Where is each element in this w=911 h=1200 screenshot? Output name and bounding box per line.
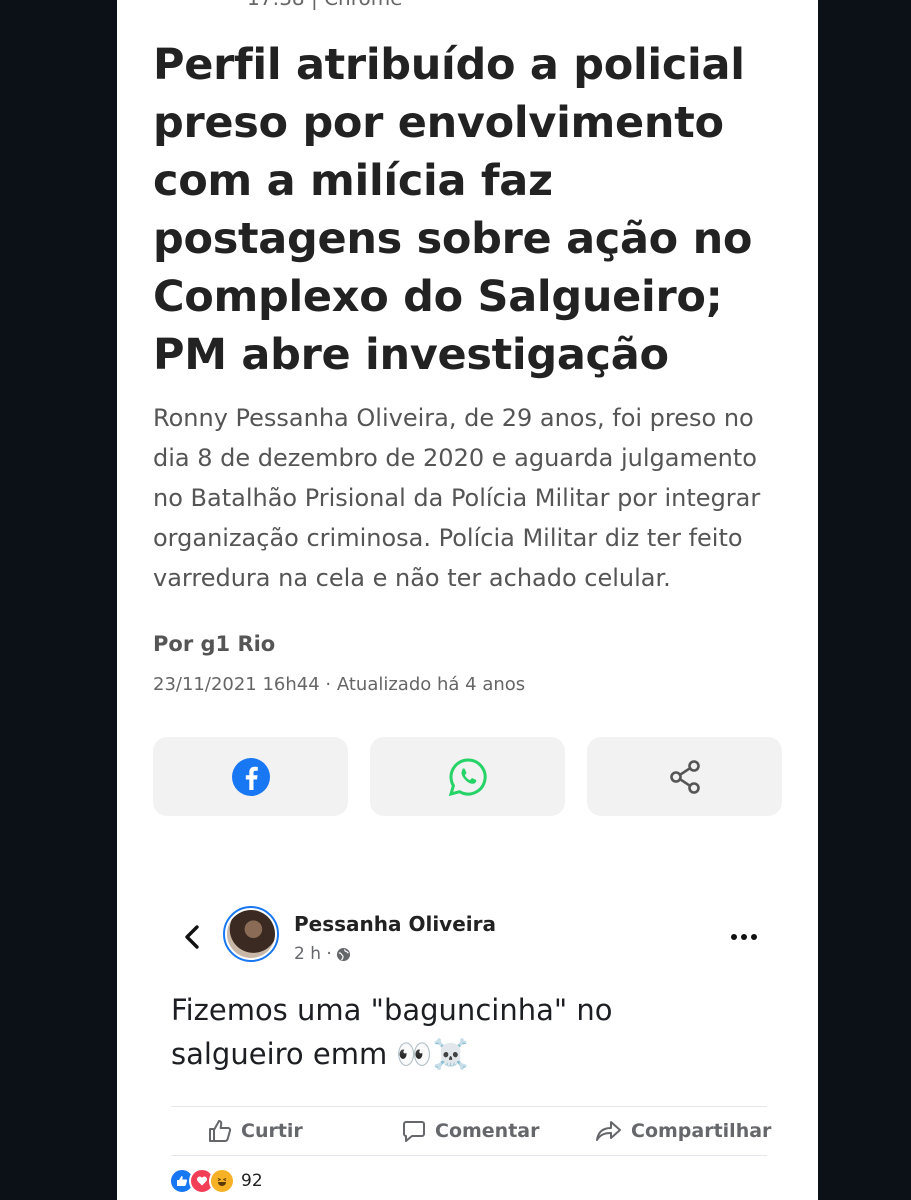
haha-reaction-icon — [209, 1168, 235, 1194]
comment-label: Comentar — [435, 1120, 540, 1142]
article-byline: Por g1 Rio — [153, 632, 276, 656]
article-dateline: 23/11/2021 16h44 · Atualizado há 4 anos — [153, 674, 526, 695]
post-actions: Curtir Comentar Compartilhar — [171, 1106, 771, 1156]
right-black-bar — [818, 0, 911, 1200]
comment-button[interactable]: Comentar — [401, 1107, 539, 1155]
left-black-bar — [0, 0, 117, 1200]
article-headline: Perfil atribuído a policial preso por en… — [153, 40, 753, 380]
like-label: Curtir — [241, 1120, 303, 1142]
globe-icon — [336, 947, 350, 961]
thumbs-up-icon — [209, 1120, 232, 1142]
like-button[interactable]: Curtir — [207, 1107, 303, 1155]
generic-share-button[interactable] — [587, 737, 782, 816]
share-icon — [669, 759, 700, 794]
share-post-button[interactable]: Compartilhar — [595, 1107, 771, 1155]
whatsapp-icon — [448, 757, 487, 796]
more-options-icon[interactable] — [729, 932, 759, 942]
facebook-share-button[interactable] — [153, 737, 348, 816]
share-label: Compartilhar — [631, 1120, 772, 1142]
avatar[interactable] — [223, 906, 279, 962]
forward-share-icon — [596, 1121, 621, 1141]
post-time: 2 h · — [294, 944, 332, 964]
post-meta: 2 h · — [294, 944, 351, 964]
poster-name[interactable]: Pessanha Oliveira — [294, 912, 496, 936]
share-buttons — [153, 737, 783, 816]
article-summary: Ronny Pessanha Oliveira, de 29 anos, foi… — [153, 404, 761, 592]
reactions-summary[interactable]: 92 — [169, 1168, 263, 1194]
status-text: 17:38 | Chrome — [247, 0, 403, 10]
reactions-count: 92 — [241, 1171, 263, 1191]
comment-icon — [403, 1121, 425, 1142]
article-page: 17:38 | Chrome Perfil atribuído a polici… — [117, 0, 818, 1200]
embedded-facebook-post: Pessanha Oliveira 2 h · Fizemos uma "bag… — [169, 896, 771, 1200]
whatsapp-share-button[interactable] — [370, 737, 565, 816]
back-arrow-icon[interactable] — [181, 924, 203, 950]
post-text: Fizemos uma "baguncinha" no salgueiro em… — [171, 993, 613, 1071]
facebook-icon — [231, 757, 270, 796]
